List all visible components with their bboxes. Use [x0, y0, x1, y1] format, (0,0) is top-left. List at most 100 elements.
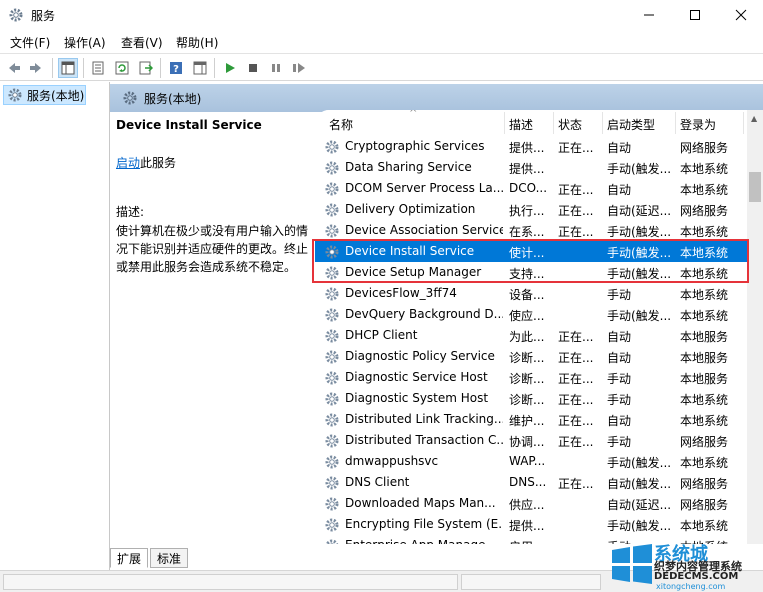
service-row[interactable]: Device Setup Manager 支持... 手动(触发... 本地系统	[315, 262, 747, 283]
toolbar-separator	[214, 58, 215, 78]
toolbar-separator	[83, 58, 84, 78]
service-row[interactable]: Distributed Link Tracking... 维护... 正在... 自动…	[315, 409, 747, 430]
service-startup-type: 手动(触发...	[607, 309, 672, 323]
service-log-on-as: 本地系统	[680, 519, 729, 533]
column-header-log-on-as[interactable]: 登录为	[680, 116, 716, 133]
tree-item-label: 服务(本地)	[27, 88, 85, 103]
service-row[interactable]: Data Sharing Service 提供... 手动(触发... 本地系统	[315, 157, 747, 178]
column-divider[interactable]	[675, 112, 676, 134]
column-header-description[interactable]: 描述	[509, 116, 533, 133]
column-header-status[interactable]: 状态	[558, 116, 582, 133]
service-description: 诊断...	[509, 351, 545, 365]
minimize-button[interactable]	[626, 0, 672, 30]
service-description: 提供...	[509, 141, 545, 155]
service-status: 正在...	[558, 141, 594, 155]
vertical-scrollbar[interactable]: ▲	[747, 110, 763, 544]
service-row[interactable]: Device Install Service 使计... 手动(触发... 本地系统	[315, 241, 747, 262]
service-row[interactable]: Encrypting File System (E... 提供... 手动(触发..…	[315, 514, 747, 535]
service-log-on-as: 本地服务	[680, 372, 729, 386]
service-row[interactable]: Downloaded Maps Man... 供应... 自动(延迟... 网络服务	[315, 493, 747, 514]
show-tree-button[interactable]	[58, 58, 78, 78]
back-button[interactable]	[4, 58, 24, 78]
service-description: 协调...	[509, 435, 545, 449]
service-name: Diagnostic System Host	[345, 391, 489, 405]
service-row[interactable]: Diagnostic System Host 诊断... 正在... 手动 本地系统	[315, 388, 747, 409]
service-log-on-as: 本地系统	[680, 393, 729, 407]
service-row[interactable]: DHCP Client 为此... 正在... 自动 本地服务	[315, 325, 747, 346]
service-row[interactable]: DevicesFlow_3ff74 设备... 手动 本地系统	[315, 283, 747, 304]
column-divider[interactable]	[504, 112, 505, 134]
status-segment	[3, 574, 458, 590]
description-text: 使计算机在极少或没有用户输入的情况下能识别并适应硬件的更改。终止或禁用此服务会造…	[116, 224, 309, 274]
menu-help[interactable]: 帮助(H)	[176, 34, 218, 51]
column-divider[interactable]	[553, 112, 554, 134]
column-header-startup-type[interactable]: 启动类型	[607, 116, 655, 133]
service-log-on-as: 本地服务	[680, 330, 729, 344]
toolbar: ?	[0, 53, 763, 81]
service-startup-type: 自动	[607, 183, 632, 197]
service-row[interactable]: Diagnostic Policy Service 诊断... 正在... 自动 本地服…	[315, 346, 747, 367]
tree-item-services-local[interactable]: 服务(本地)	[3, 85, 86, 105]
window-title: 服务	[31, 9, 56, 23]
service-log-on-as: 网络服务	[680, 435, 729, 449]
service-description: 启用...	[509, 538, 551, 544]
export-list-button[interactable]	[136, 58, 156, 78]
refresh-button[interactable]	[112, 58, 132, 78]
scroll-up-icon[interactable]: ▲	[751, 114, 757, 123]
close-button[interactable]	[718, 0, 763, 30]
service-status: 正在...	[558, 225, 594, 239]
show-hide-action-pane-button[interactable]	[190, 58, 210, 78]
tab-standard[interactable]: 标准	[150, 548, 189, 568]
service-startup-type: 自动(延迟...	[607, 204, 672, 218]
play-icon	[226, 63, 235, 73]
stop-service-button[interactable]	[243, 58, 263, 78]
menu-bar: 文件(F) 操作(A) 查看(V) 帮助(H)	[0, 30, 763, 52]
column-divider[interactable]	[743, 112, 744, 134]
service-name: Diagnostic Policy Service	[345, 349, 495, 363]
restart-service-button[interactable]	[289, 58, 309, 78]
service-log-on-as: 本地系统	[680, 183, 729, 197]
service-name: Cryptographic Services	[345, 139, 485, 153]
menu-action[interactable]: 操作(A)	[64, 34, 106, 51]
service-row[interactable]: DevQuery Background D... 使应... 手动(触发... 本地系…	[315, 304, 747, 325]
column-divider[interactable]	[602, 112, 603, 134]
restart-icon	[293, 63, 305, 73]
site-watermark: 系统城 织梦内容管理系统 DEDECMS.COM xitongcheng.com	[608, 538, 763, 592]
forward-arrow-icon	[30, 63, 41, 73]
service-row[interactable]: DCOM Server Process La... DCO... 正在... 自动 本地…	[315, 178, 747, 199]
service-row[interactable]: Cryptographic Services 提供... 正在... 自动 网络服务	[315, 136, 747, 157]
service-row[interactable]: dmwappushsvc WAP... 手动(触发... 本地系统	[315, 451, 747, 472]
maximize-button[interactable]	[672, 0, 718, 30]
pause-service-button[interactable]	[266, 58, 286, 78]
service-name: Distributed Transaction C...	[345, 433, 503, 447]
service-row[interactable]: Diagnostic Service Host 诊断... 正在... 手动 本地服务	[315, 367, 747, 388]
column-header-name[interactable]: 名称	[329, 116, 353, 133]
menu-file[interactable]: 文件(F)	[10, 34, 50, 51]
service-row[interactable]: Distributed Transaction C... 协调... 正在... 手动…	[315, 430, 747, 451]
services-list: ^ 名称 描述 状态 启动类型 登录为 Cryptographic Servic…	[315, 110, 763, 544]
service-startup-type: 手动	[607, 393, 632, 407]
services-gear-icon	[123, 91, 137, 105]
forward-button[interactable]	[26, 58, 46, 78]
service-gear-icon	[324, 181, 340, 197]
service-status: 正在...	[558, 393, 594, 407]
service-status: 正在...	[558, 372, 594, 386]
start-service-row: 启动此服务	[116, 154, 312, 171]
service-row[interactable]: DNS Client DNS... 正在... 自动(触发... 网络服务	[315, 472, 747, 493]
service-description: 供应...	[509, 498, 545, 512]
service-row[interactable]: Delivery Optimization 执行... 正在... 自动(延迟... 网…	[315, 199, 747, 220]
help-button[interactable]: ?	[166, 58, 186, 78]
scrollbar-thumb[interactable]	[749, 172, 761, 202]
properties-icon	[92, 61, 104, 75]
service-row[interactable]: Device Association Service 在系... 正在... 手动(触…	[315, 220, 747, 241]
service-gear-icon	[324, 517, 340, 533]
service-gear-icon	[324, 307, 340, 323]
service-description: 维护...	[509, 414, 545, 428]
service-name: DHCP Client	[345, 328, 418, 342]
menu-view[interactable]: 查看(V)	[121, 34, 163, 51]
tab-extended[interactable]: 扩展	[110, 548, 149, 568]
properties-button[interactable]	[88, 58, 108, 78]
start-service-button[interactable]	[220, 58, 240, 78]
start-service-link[interactable]: 启动	[116, 156, 140, 170]
service-gear-icon	[324, 412, 340, 428]
